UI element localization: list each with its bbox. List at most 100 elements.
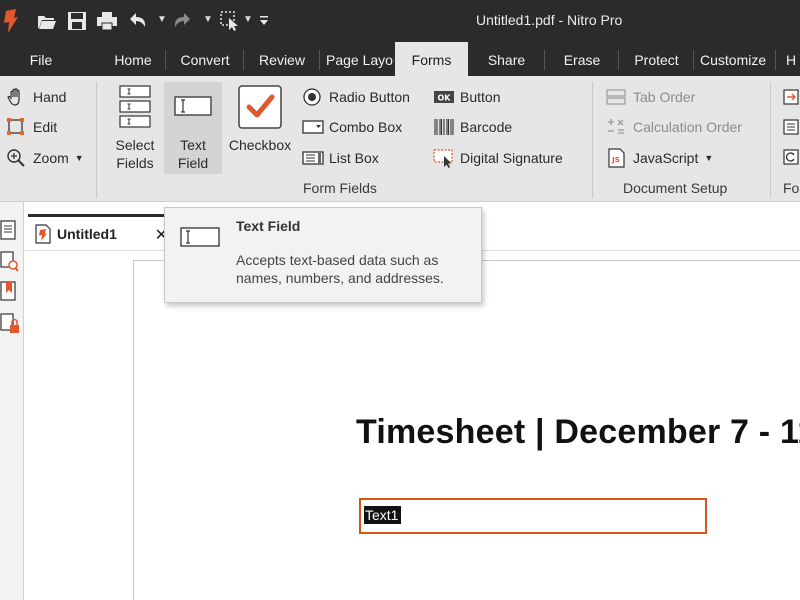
tab-erase[interactable]: Erase — [545, 42, 619, 76]
page-heading: Timesheet | December 7 - 11 — [356, 413, 800, 451]
undo-icon[interactable] — [126, 11, 148, 31]
barcode-label: Barcode — [460, 119, 513, 135]
save-icon[interactable] — [66, 11, 88, 31]
tab-convert[interactable]: Convert — [166, 42, 244, 76]
svg-text:JS: JS — [611, 156, 620, 164]
calculation-order-icon — [608, 119, 624, 134]
tab-order-button[interactable]: Tab Order — [606, 85, 695, 109]
document-tab-label: Untitled1 — [57, 225, 117, 242]
checkbox-icon — [238, 85, 282, 129]
digital-signature-label: Digital Signature — [460, 150, 563, 166]
zoom-tool-button[interactable]: Zoom ▼ — [6, 146, 84, 170]
form-data-icon[interactable] — [782, 118, 800, 136]
text-field-label-1: Text — [180, 137, 206, 153]
redo-dropdown-icon[interactable]: ▼ — [203, 14, 213, 25]
folder-open-icon[interactable] — [36, 11, 58, 31]
select-fields-button[interactable]: Select Fields — [108, 82, 162, 174]
javascript-icon: JS — [608, 148, 625, 168]
svg-text:OK: OK — [438, 94, 452, 103]
barcode-tool[interactable]: Barcode — [433, 115, 512, 139]
window-title: Untitled1.pdf - Nitro Pro — [476, 12, 623, 28]
ribbon-separator — [96, 82, 97, 198]
tab-protect[interactable]: Protect — [619, 42, 694, 76]
edit-text-icon — [7, 118, 24, 135]
search-panel-icon[interactable] — [0, 250, 20, 272]
zoom-label: Zoom — [33, 150, 69, 166]
text-field-name-label: Text1 — [364, 506, 402, 524]
tab-customize[interactable]: Customize — [694, 42, 776, 76]
ribbon-tab-row: File Home Convert Review Page Layout For… — [0, 42, 800, 76]
combo-box-tool[interactable]: Combo Box — [302, 115, 402, 139]
select-dropdown-icon[interactable]: ▼ — [243, 14, 253, 25]
document-tab[interactable]: Untitled1 ✕ — [28, 214, 168, 250]
select-fields-label-1: Select — [115, 137, 155, 153]
form-text-field[interactable]: Text1 — [359, 498, 707, 534]
javascript-button[interactable]: JS JavaScript ▼ — [606, 146, 713, 170]
checkbox-button[interactable]: Checkbox — [224, 82, 296, 174]
select-fields-icon — [119, 85, 151, 128]
javascript-dropdown-icon: ▼ — [704, 153, 714, 163]
digital-signature-icon — [433, 149, 453, 168]
button-label: Button — [460, 89, 501, 105]
calculation-order-label: Calculation Order — [633, 119, 742, 135]
zoom-icon — [7, 149, 25, 167]
list-box-tool[interactable]: List Box — [302, 146, 379, 170]
title-bar: ▼ ▼ ▼ Untitled1.pdf - Nitro Pro — [0, 0, 800, 42]
barcode-icon — [434, 119, 454, 135]
undo-dropdown-icon[interactable]: ▼ — [157, 14, 167, 25]
redo-icon[interactable] — [172, 11, 194, 31]
radio-button-tool[interactable]: Radio Button — [302, 85, 410, 109]
pages-panel-icon[interactable] — [0, 219, 20, 241]
form-fields-group-label: Form Fields — [303, 180, 377, 196]
tab-review[interactable]: Review — [244, 42, 320, 76]
forms-overflow-group-label: Fo — [783, 180, 800, 196]
left-sidebar — [0, 202, 24, 600]
text-field-tooltip: Text Field Accepts text-based data such … — [164, 207, 482, 303]
print-icon[interactable] — [96, 11, 118, 31]
tab-order-label: Tab Order — [633, 89, 696, 105]
select-cursor-icon[interactable] — [220, 11, 242, 31]
reset-form-icon[interactable] — [782, 148, 800, 166]
radio-button-label: Radio Button — [329, 89, 410, 105]
ok-button-icon: OK — [434, 91, 454, 103]
document-setup-group-label: Document Setup — [623, 180, 728, 196]
calculation-order-button[interactable]: Calculation Order — [606, 115, 742, 139]
text-field-icon — [180, 227, 220, 247]
tab-home[interactable]: Home — [100, 42, 166, 76]
hand-icon — [7, 88, 20, 106]
combo-box-label: Combo Box — [329, 119, 403, 135]
button-tool[interactable]: OK Button — [433, 85, 500, 109]
radio-button-icon — [303, 88, 321, 106]
list-box-icon — [302, 151, 324, 165]
bookmarks-panel-icon[interactable] — [0, 280, 20, 302]
customize-menu-icon[interactable] — [256, 11, 278, 31]
tab-order-icon — [606, 89, 626, 105]
text-field-button[interactable]: Text Field — [164, 82, 222, 174]
text-field-icon — [174, 96, 212, 116]
pdf-file-icon — [35, 223, 51, 244]
edit-label: Edit — [33, 119, 58, 135]
tooltip-title: Text Field — [236, 218, 301, 234]
text-field-label-2: Field — [177, 155, 209, 171]
pdf-page[interactable]: Timesheet | December 7 - 11 Text1 — [133, 260, 800, 600]
zoom-dropdown-icon: ▼ — [74, 153, 84, 163]
digital-signature-tool[interactable]: Digital Signature — [433, 146, 563, 170]
security-panel-icon[interactable] — [0, 312, 20, 334]
tab-file[interactable]: File — [0, 42, 82, 76]
ribbon-separator — [592, 82, 593, 198]
tab-forms[interactable]: Forms — [395, 42, 468, 76]
form-action-icon[interactable] — [782, 88, 800, 106]
edit-tool-button[interactable]: Edit — [6, 115, 57, 139]
combo-box-icon — [302, 120, 324, 134]
list-box-label: List Box — [329, 150, 379, 166]
javascript-label: JavaScript — [633, 150, 699, 166]
checkbox-label: Checkbox — [228, 137, 292, 153]
ribbon-separator — [770, 82, 771, 198]
tab-page-layout[interactable]: Page Layout — [320, 42, 394, 76]
tab-help[interactable]: H — [776, 42, 800, 76]
nitro-logo-icon[interactable] — [0, 8, 20, 34]
tab-share[interactable]: Share — [468, 42, 545, 76]
hand-label: Hand — [33, 89, 67, 105]
hand-tool-button[interactable]: Hand — [6, 85, 66, 109]
ribbon-panel: Hand Edit Zoom ▼ Select Fields Text Fiel… — [0, 76, 800, 202]
